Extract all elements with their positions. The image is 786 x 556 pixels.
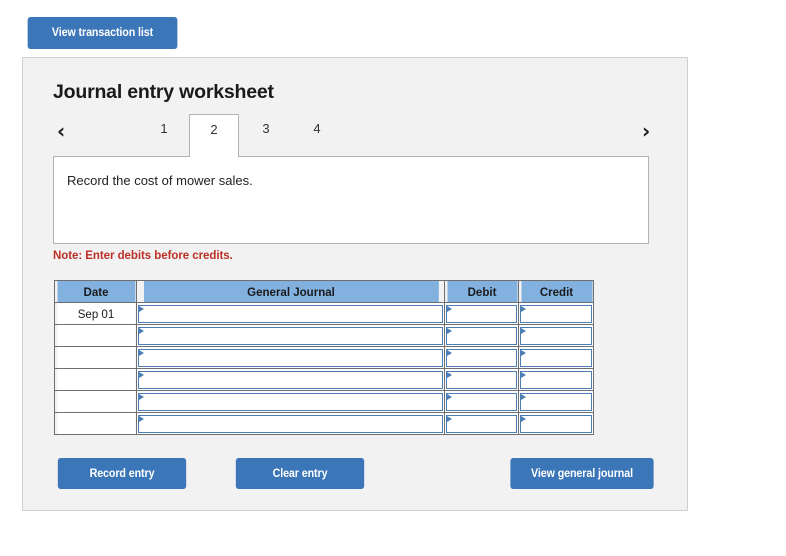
general-journal-cell: [136, 412, 445, 435]
general-journal-input[interactable]: [138, 348, 443, 367]
chevron-left-icon[interactable]: ‹: [57, 118, 65, 144]
debit-input[interactable]: [446, 326, 517, 345]
table-row: [55, 368, 594, 391]
date-cell: Sep 01: [55, 302, 136, 325]
credit-cell: [518, 368, 594, 391]
table-header-row: Date General Journal Debit Credit: [55, 280, 594, 303]
debit-input[interactable]: [446, 392, 517, 411]
credit-input[interactable]: [520, 348, 592, 367]
general-journal-input[interactable]: [138, 370, 443, 389]
debit-input[interactable]: [446, 348, 517, 367]
tab-4[interactable]: 4: [292, 114, 342, 156]
debit-cell: [444, 324, 519, 347]
tab-2[interactable]: 2: [189, 114, 239, 157]
credit-input[interactable]: [520, 370, 592, 389]
date-cell[interactable]: [55, 368, 136, 391]
table-row: [55, 324, 594, 347]
transaction-description-text: Record the cost of mower sales.: [67, 173, 253, 188]
worksheet-tabs: ‹ 1 2 3 4 ›: [53, 114, 659, 157]
general-journal-cell: [136, 390, 445, 413]
debit-cell: [444, 412, 519, 435]
credit-input[interactable]: [520, 326, 592, 345]
credit-input[interactable]: [520, 414, 592, 433]
tab-1[interactable]: 1: [139, 114, 189, 156]
column-header-credit: Credit: [519, 280, 593, 303]
page-title: Journal entry worksheet: [53, 81, 274, 103]
view-general-journal-button[interactable]: View general journal: [510, 458, 654, 489]
record-entry-button[interactable]: Record entry: [57, 458, 187, 489]
credit-cell: [518, 390, 594, 413]
debit-input[interactable]: [446, 370, 517, 389]
debits-before-credits-note: Note: Enter debits before credits.: [53, 250, 233, 262]
credit-cell: [518, 412, 594, 435]
journal-entry-table: Date General Journal Debit Credit Sep 01: [54, 280, 594, 435]
debit-input[interactable]: [446, 414, 517, 433]
date-cell[interactable]: [55, 412, 136, 435]
date-cell[interactable]: [55, 346, 136, 369]
table-row: Sep 01: [55, 302, 594, 325]
tab-3[interactable]: 3: [241, 114, 291, 156]
credit-cell: [518, 324, 594, 347]
credit-cell: [518, 302, 594, 325]
table-row: [55, 346, 594, 369]
general-journal-input[interactable]: [138, 326, 443, 345]
general-journal-input[interactable]: [138, 392, 443, 411]
date-cell[interactable]: [55, 390, 136, 413]
debit-input[interactable]: [446, 304, 517, 323]
general-journal-cell: [136, 368, 445, 391]
table-row: [55, 412, 594, 435]
general-journal-cell: [136, 302, 445, 325]
column-header-general-journal: General Journal: [142, 280, 439, 303]
debit-cell: [444, 368, 519, 391]
clear-entry-button[interactable]: Clear entry: [235, 458, 365, 489]
debit-cell: [444, 390, 519, 413]
credit-cell: [518, 346, 594, 369]
general-journal-cell: [136, 346, 445, 369]
general-journal-input[interactable]: [138, 414, 443, 433]
table-row: [55, 390, 594, 413]
view-transaction-list-button[interactable]: View transaction list: [27, 17, 178, 49]
credit-input[interactable]: [520, 392, 592, 411]
general-journal-input[interactable]: [138, 304, 443, 323]
column-header-date: Date: [55, 280, 136, 303]
column-header-debit: Debit: [445, 280, 518, 303]
transaction-description-box: Record the cost of mower sales.: [53, 156, 649, 244]
credit-input[interactable]: [520, 304, 592, 323]
debit-cell: [444, 302, 519, 325]
date-cell[interactable]: [55, 324, 136, 347]
journal-entry-panel: Journal entry worksheet ‹ 1 2 3 4 › Reco…: [22, 57, 688, 511]
debit-cell: [444, 346, 519, 369]
chevron-right-icon[interactable]: ›: [642, 118, 650, 144]
general-journal-cell: [136, 324, 445, 347]
